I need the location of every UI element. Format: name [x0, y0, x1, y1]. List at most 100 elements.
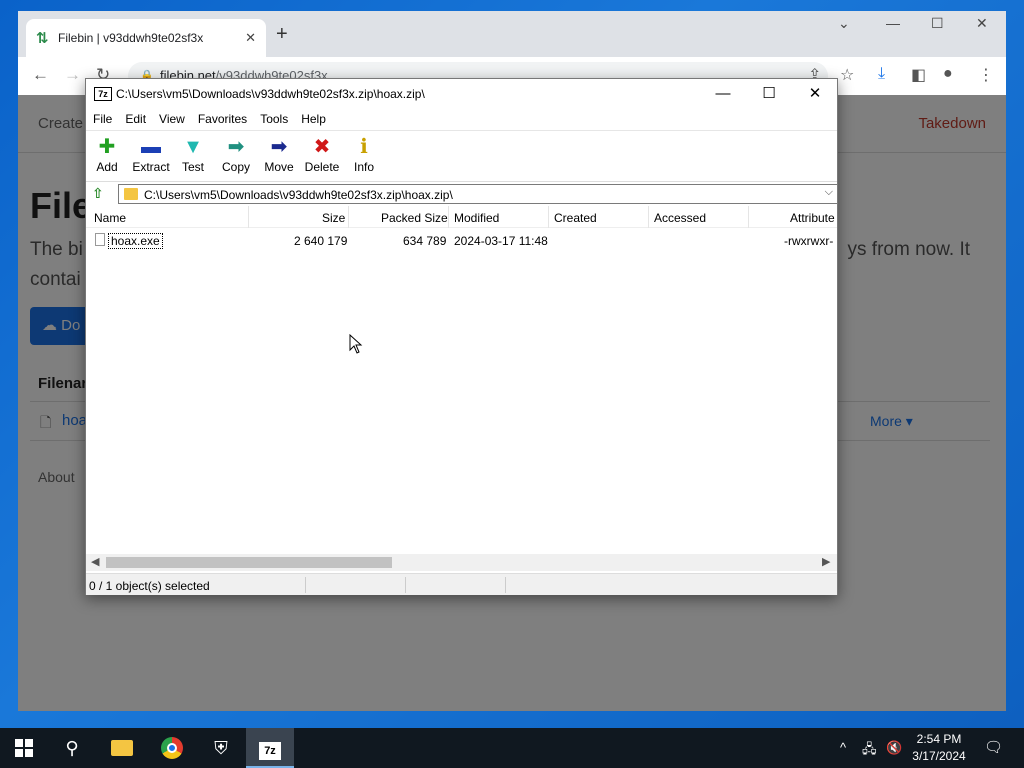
move-button[interactable]: ➡ Move	[256, 134, 302, 174]
menu-tools[interactable]: Tools	[253, 109, 294, 126]
mouse-cursor-icon	[349, 334, 363, 354]
col-created[interactable]: Created	[554, 211, 597, 225]
up-folder-icon[interactable]: ⇧	[92, 185, 104, 202]
file-list: Name Size Packed Size Modified Created A…	[86, 206, 837, 554]
scroll-left-icon[interactable]: ◀	[91, 555, 99, 568]
col-divider[interactable]	[648, 206, 649, 228]
file-explorer-button[interactable]	[98, 728, 146, 768]
add-button[interactable]: ✚ Add	[84, 134, 130, 174]
scroll-thumb[interactable]	[106, 557, 392, 568]
tab-search-icon[interactable]: ⌄	[838, 15, 850, 32]
move-arrow-icon: ➡	[270, 136, 288, 158]
sevenzip-maximize-icon[interactable]: ☐	[746, 81, 792, 107]
sevenzip-window: 7z C:\Users\vm5\Downloads\v93ddwh9te02sf…	[85, 78, 838, 595]
side-panel-icon[interactable]: ◧	[911, 65, 926, 85]
path-text: C:\Users\vm5\Downloads\v93ddwh9te02sf3x.…	[144, 188, 453, 202]
taskbar: ⚲ ⛨ 7z ^ 🖧 🔇 2:54 PM 3/17/2024 🗨	[0, 728, 1024, 768]
menu-edit[interactable]: Edit	[118, 109, 152, 126]
extract-button[interactable]: ▬ Extract	[128, 134, 174, 174]
info-label: Info	[353, 160, 374, 174]
item-packed-size: 634 789	[403, 234, 447, 248]
status-text: 0 / 1 object(s) selected	[89, 579, 210, 593]
extract-label: Extract	[132, 160, 170, 174]
path-combobox[interactable]: C:\Users\vm5\Downloads\v93ddwh9te02sf3x.…	[118, 184, 838, 204]
search-icon: ⚲	[65, 738, 79, 758]
status-bar: 0 / 1 object(s) selected	[86, 573, 837, 595]
menu-help[interactable]: Help	[294, 109, 332, 126]
col-size[interactable]: Size	[322, 211, 345, 225]
test-button[interactable]: ▼ Test	[170, 134, 216, 174]
add-label: Add	[96, 160, 118, 174]
list-item[interactable]: hoax.exe 2 640 179 634 789 2024-03-17 11…	[86, 230, 837, 250]
menu-view[interactable]: View	[152, 109, 191, 126]
col-accessed[interactable]: Accessed	[654, 211, 706, 225]
security-taskbar-button[interactable]: ⛨	[197, 728, 245, 768]
status-divider	[505, 577, 506, 593]
maximize-icon[interactable]: ☐	[931, 15, 944, 32]
delete-x-icon: ✖	[313, 136, 331, 158]
close-icon[interactable]: ✕	[976, 15, 988, 32]
col-attributes[interactable]: Attribute	[790, 211, 835, 225]
browser-tab[interactable]: ⇅ Filebin | v93ddwh9te02sf3x ✕	[26, 19, 266, 57]
test-icon: ▼	[183, 136, 203, 158]
sevenzip-titlebar: 7z C:\Users\vm5\Downloads\v93ddwh9te02sf…	[86, 79, 837, 109]
delete-label: Delete	[304, 160, 340, 174]
address-row: ⇧ C:\Users\vm5\Downloads\v93ddwh9te02sf3…	[86, 181, 838, 205]
shield-icon: ⛨	[214, 738, 228, 758]
new-tab-button[interactable]: +	[276, 23, 288, 46]
col-divider[interactable]	[248, 206, 249, 228]
sevenzip-close-icon[interactable]: ✕	[792, 81, 838, 107]
forward-icon[interactable]: →	[64, 65, 81, 85]
folder-icon	[111, 740, 133, 756]
col-divider[interactable]	[448, 206, 449, 228]
status-divider	[405, 577, 406, 593]
list-header: Name Size Packed Size Modified Created A…	[86, 206, 837, 228]
tab-close-icon[interactable]: ✕	[245, 30, 256, 46]
back-icon[interactable]: ←	[32, 65, 49, 85]
menu-file[interactable]: File	[86, 109, 118, 126]
clock-date: 3/17/2024	[912, 749, 966, 763]
horizontal-scrollbar[interactable]: ◀ ▶	[86, 554, 837, 571]
item-name: hoax.exe	[108, 233, 163, 249]
col-divider[interactable]	[548, 206, 549, 228]
minimize-icon[interactable]: —	[886, 15, 900, 31]
copy-button[interactable]: ➡ Copy	[213, 134, 259, 174]
tab-strip: ⇅ Filebin | v93ddwh9te02sf3x ✕ + ⌄ — ☐ ✕	[18, 11, 1006, 57]
menu-kebab-icon[interactable]: ⋮	[978, 65, 994, 85]
col-divider[interactable]	[348, 206, 349, 228]
filebin-favicon-icon: ⇅	[36, 30, 49, 47]
start-button[interactable]	[0, 728, 48, 768]
tray-chevron-up-icon[interactable]: ^	[840, 740, 846, 755]
chevron-down-icon[interactable]: ⌵	[825, 186, 833, 199]
info-icon: ℹ	[360, 136, 368, 158]
clock-time: 2:54 PM	[916, 732, 962, 746]
profile-icon[interactable]: ●	[943, 65, 953, 83]
move-label: Move	[264, 160, 294, 174]
scroll-right-icon[interactable]: ▶	[822, 555, 830, 568]
search-button[interactable]: ⚲	[48, 728, 96, 768]
volume-muted-icon[interactable]: 🔇	[886, 740, 902, 756]
notification-center-icon[interactable]: 🗨	[984, 738, 1003, 756]
download-icon[interactable]: ⤓	[878, 65, 885, 83]
network-icon[interactable]: 🖧	[862, 740, 877, 762]
sevenzip-taskbar-button[interactable]: 7z	[246, 728, 294, 768]
menu-favorites[interactable]: Favorites	[191, 109, 253, 126]
sevenzip-icon: 7z	[259, 742, 281, 760]
copy-arrow-icon: ➡	[227, 136, 245, 158]
sevenzip-minimize-icon[interactable]: —	[700, 81, 746, 107]
chrome-taskbar-button[interactable]	[148, 728, 196, 768]
folder-icon	[124, 188, 138, 200]
col-divider[interactable]	[748, 206, 749, 228]
tab-title: Filebin | v93ddwh9te02sf3x	[58, 31, 204, 45]
sevenzip-toolbar: ✚ Add ▬ Extract ▼ Test ➡ Copy ➡ Move ✖ D…	[86, 130, 837, 180]
col-packed-size[interactable]: Packed Size	[381, 211, 448, 225]
info-button[interactable]: ℹ Info	[341, 134, 387, 174]
sevenzip-app-icon: 7z	[94, 87, 112, 101]
sevenzip-menubar: File Edit View Favorites Tools Help	[86, 109, 837, 129]
bookmark-star-icon[interactable]: ☆	[840, 65, 854, 85]
delete-button[interactable]: ✖ Delete	[299, 134, 345, 174]
col-name[interactable]: Name	[94, 211, 126, 225]
system-clock[interactable]: 2:54 PM 3/17/2024	[906, 731, 972, 765]
item-size: 2 640 179	[294, 234, 348, 248]
col-modified[interactable]: Modified	[454, 211, 499, 225]
